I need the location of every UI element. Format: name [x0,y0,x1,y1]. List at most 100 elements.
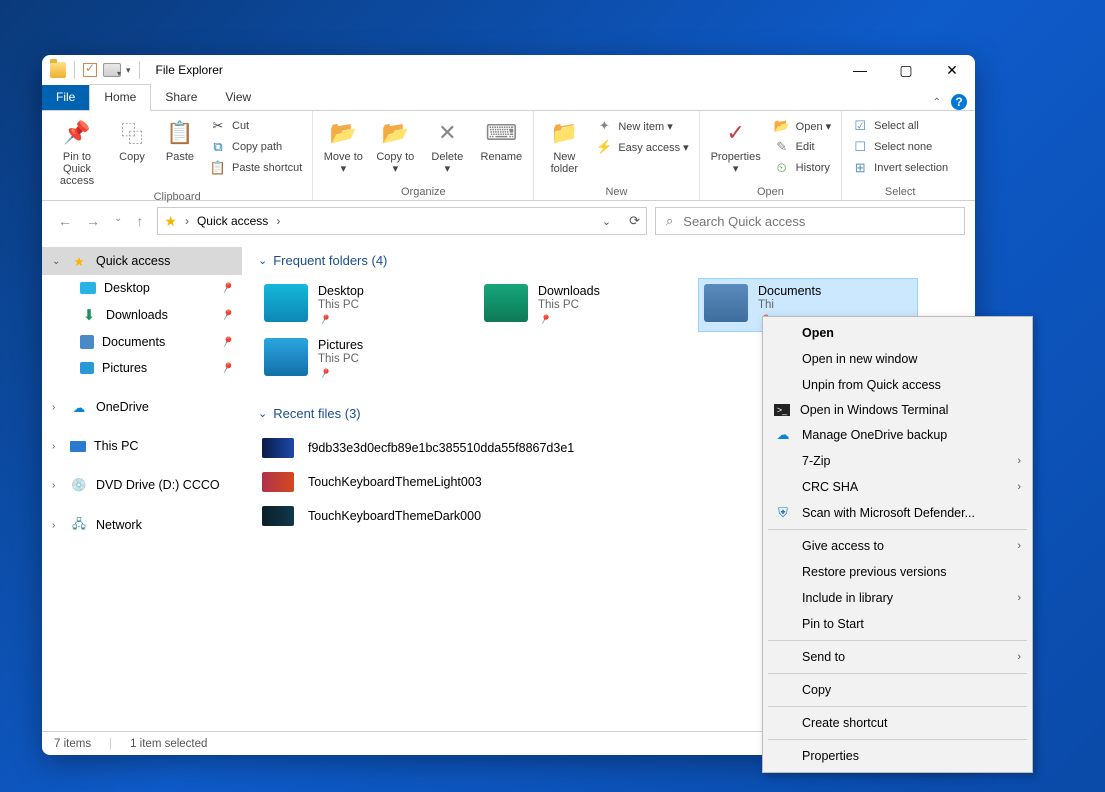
copy-path-button[interactable]: ⧉Copy path [208,138,304,156]
minimize-button[interactable]: — [837,55,883,85]
folder-icon [704,284,748,322]
chevron-right-icon: › [52,441,62,452]
forward-button[interactable]: → [86,213,100,229]
paste-shortcut-button[interactable]: 📋Paste shortcut [208,159,304,177]
ctx-send-to[interactable]: Send to› [766,644,1029,670]
folder-tile[interactable]: Downloads This PC 📍 [478,278,698,332]
back-button[interactable]: ← [58,213,72,229]
chevron-down-icon: ⌄ [258,254,267,267]
history-button[interactable]: ⏲History [772,159,834,177]
ctx-give-access[interactable]: Give access to› [766,533,1029,559]
select-all-icon: ☑ [852,118,868,134]
new-folder-qat-icon[interactable] [103,63,121,77]
tab-view[interactable]: View [211,85,265,110]
ctx-shortcut[interactable]: Create shortcut [766,710,1029,736]
group-select-label: Select [850,184,950,198]
ctx-properties[interactable]: Properties [766,743,1029,769]
star-icon: ★ [164,213,177,230]
tab-home[interactable]: Home [89,84,151,111]
delete-button[interactable]: ✕ Delete ▾ [425,115,469,177]
cut-button[interactable]: ✂Cut [208,117,304,135]
folder-tile[interactable]: Pictures This PC 📍 [258,332,478,386]
refresh-button[interactable]: ⟳ [629,213,640,229]
ctx-terminal[interactable]: >_Open in Windows Terminal [766,398,1029,422]
new-item-button[interactable]: ✦New item ▾ [594,117,690,135]
select-none-button[interactable]: ☐Select none [850,138,950,156]
sidebar-onedrive[interactable]: › ☁ OneDrive [42,393,242,421]
tab-file[interactable]: File [42,85,89,110]
address-bar[interactable]: ★ › Quick access › ⌄ ⟳ [157,207,647,235]
pin-icon: 📍 [218,359,236,377]
open-button[interactable]: 📂Open ▾ [772,117,834,135]
properties-button[interactable]: ✓ Properties ▾ [708,115,764,177]
sidebar-dvd[interactable]: › 💿 DVD Drive (D:) CCCO [42,471,242,499]
ctx-defender[interactable]: ⛨Scan with Microsoft Defender... [766,500,1029,526]
group-frequent[interactable]: ⌄ Frequent folders (4) [258,253,959,268]
copy-to-button[interactable]: 📂 Copy to ▾ [373,115,417,177]
folder-name: Downloads [538,284,600,298]
chevron-right-icon: › [1017,455,1021,467]
edit-button[interactable]: ✎Edit [772,138,834,156]
paste-button[interactable]: 📋 Paste [160,115,200,165]
chevron-right-icon: › [1017,540,1021,552]
up-button[interactable]: ↑ [136,213,143,229]
downloads-icon: ⬇ [80,307,98,323]
ctx-copy[interactable]: Copy [766,677,1029,703]
help-icon[interactable]: ? [951,94,967,110]
paste-icon: 📋 [164,117,196,149]
window-title: File Explorer [156,63,223,77]
disc-icon: 💿 [70,477,88,493]
maximize-button[interactable]: ▢ [883,55,929,85]
onedrive-icon: ☁ [774,427,792,443]
sidebar-network[interactable]: › 🖧 Network [42,511,242,539]
sidebar-this-pc[interactable]: › This PC [42,433,242,459]
copy-button[interactable]: ⿻ Copy [112,115,152,165]
ctx-open-new-window[interactable]: Open in new window [766,346,1029,372]
file-name: TouchKeyboardThemeLight003 [308,475,482,489]
ctx-restore[interactable]: Restore previous versions [766,559,1029,585]
recent-dropdown[interactable]: ⌄ [114,213,122,229]
search-input[interactable] [683,214,954,229]
chevron-right-icon: › [52,520,62,531]
pc-icon [70,441,86,452]
ctx-unpin[interactable]: Unpin from Quick access [766,372,1029,398]
move-icon: 📂 [327,117,359,149]
select-all-button[interactable]: ☑Select all [850,117,950,135]
qat-dropdown-icon[interactable]: ▾ [126,65,131,76]
ctx-pin-start[interactable]: Pin to Start [766,611,1029,637]
addr-sep2: › [276,214,280,228]
ctx-include[interactable]: Include in library› [766,585,1029,611]
cut-icon: ✂ [210,118,226,134]
sidebar-item-downloads[interactable]: ⬇ Downloads 📍 [42,301,242,329]
rename-icon: ⌨ [485,117,517,149]
address-location: Quick access [197,214,268,228]
close-button[interactable]: ✕ [929,55,975,85]
new-folder-button[interactable]: 📁 New folder [542,115,586,177]
ctx-7zip[interactable]: 7-Zip› [766,448,1029,474]
search-box[interactable]: ⌕ [655,207,965,235]
pin-quick-access-button[interactable]: 📌 Pin to Quick access [50,115,104,189]
sidebar-item-desktop[interactable]: Desktop 📍 [42,275,242,301]
onedrive-icon: ☁ [70,399,88,415]
ctx-crc[interactable]: CRC SHA› [766,474,1029,500]
address-dropdown-icon[interactable]: ⌄ [602,215,611,228]
rename-button[interactable]: ⌨ Rename [477,115,525,165]
chevron-down-icon: ⌄ [258,407,267,420]
sidebar-quick-access[interactable]: ⌄ ★ Quick access [42,247,242,275]
paste-shortcut-icon: 📋 [210,160,226,176]
folder-tile[interactable]: Desktop This PC 📍 [258,278,478,332]
tab-share[interactable]: Share [151,85,211,110]
ctx-onedrive[interactable]: ☁Manage OneDrive backup [766,422,1029,448]
pin-icon: 📌 [61,117,93,149]
sidebar-item-pictures[interactable]: Pictures 📍 [42,355,242,381]
pin-icon: 📍 [536,313,552,329]
ctx-open[interactable]: Open [766,320,1029,346]
invert-selection-button[interactable]: ⊞Invert selection [850,159,950,177]
sidebar-item-documents[interactable]: Documents 📍 [42,329,242,355]
collapse-ribbon-icon[interactable]: ⌃ [933,97,941,108]
properties-qat-icon[interactable] [83,63,97,77]
easy-access-button[interactable]: ⚡Easy access ▾ [594,138,690,156]
move-to-button[interactable]: 📂 Move to ▾ [321,115,365,177]
chevron-right-icon: › [52,402,62,413]
chevron-right-icon: › [52,480,62,491]
